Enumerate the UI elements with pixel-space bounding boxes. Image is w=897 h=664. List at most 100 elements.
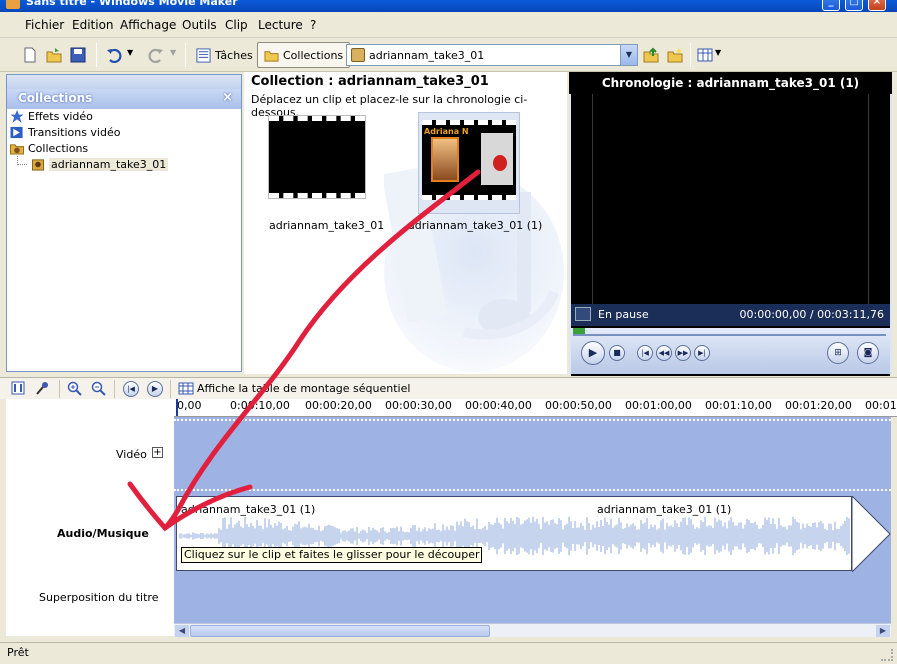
collections-button[interactable]: Collections [257, 42, 351, 68]
playback-status: En pause [598, 308, 649, 321]
ruler-label: 00:01:10,00 [705, 399, 772, 412]
audio-track[interactable]: adriannam_take3_01 (1) adriannam_take3_0… [174, 495, 891, 573]
transition-icon [10, 126, 23, 139]
minimize-button[interactable]: _ [822, 0, 840, 11]
up-level-icon[interactable] [643, 47, 659, 63]
undo-dropdown-icon[interactable]: ▼ [127, 48, 133, 57]
clip-name: adriannam_take3_01 [269, 219, 385, 232]
scroll-left-icon[interactable]: ◀ [175, 625, 189, 637]
undo-icon[interactable] [106, 47, 122, 63]
thumb-portrait [431, 137, 459, 182]
menu-outils[interactable]: Outils [182, 18, 217, 32]
expand-video-track-icon[interactable]: + [152, 447, 163, 458]
resize-grip-icon[interactable] [881, 649, 893, 661]
tree-item-video-transitions[interactable]: Transitions vidéo [10, 126, 120, 139]
trim-tooltip: Cliquez sur le clip et faites le glisser… [181, 547, 483, 563]
clip-name: adriannam_take3_01 (1) [408, 219, 543, 232]
menu-bar: Fichier Edition Affichage Outils Clip Le… [0, 12, 897, 38]
narrate-timeline-icon[interactable] [36, 381, 50, 395]
preview-status-bar: En pause 00:00:00,00 / 00:03:11,76 [571, 304, 890, 326]
menu-affichage[interactable]: Affichage [120, 18, 176, 32]
new-project-icon[interactable] [22, 47, 38, 63]
tree-item-label: Transitions vidéo [28, 126, 121, 139]
tree-item-label: Effets vidéo [28, 110, 93, 123]
collections-pane: Collections × Effets vidéo Transitions v… [6, 74, 242, 372]
audio-clip[interactable]: adriannam_take3_01 (1) adriannam_take3_0… [176, 496, 852, 571]
track-label-audio: Audio/Musique [57, 527, 149, 540]
split-clip-button[interactable]: ⊞ [827, 342, 849, 364]
title-overlay-track[interactable] [174, 573, 891, 623]
storyboard-icon[interactable] [178, 381, 194, 396]
close-pane-icon[interactable]: × [222, 90, 233, 105]
clip-thumbnail[interactable] [268, 115, 367, 214]
playback-time: 00:00:00,00 / 00:03:11,76 [739, 308, 885, 321]
tree-item-video-effects[interactable]: Effets vidéo [10, 110, 93, 123]
tree-item-adriannam[interactable]: adriannam_take3_01 [17, 156, 169, 171]
stop-button[interactable]: ■ [609, 345, 625, 361]
take-picture-button[interactable]: ◙ [857, 342, 879, 364]
menu-lecture[interactable]: Lecture [258, 18, 303, 32]
ruler-label: 0,00 [177, 399, 202, 412]
close-button[interactable]: × [868, 0, 886, 11]
menu-clip[interactable]: Clip [225, 18, 248, 32]
play-button[interactable]: ▶ [581, 341, 605, 365]
rewind-timeline-button[interactable]: |◀ [123, 381, 139, 397]
collection-reel-icon [31, 159, 45, 171]
set-audio-levels-icon[interactable] [11, 381, 25, 395]
collections-label: Collections [283, 48, 344, 62]
redo-dropdown-icon[interactable]: ▼ [170, 48, 176, 57]
snapshot-mode-icon[interactable] [575, 307, 591, 321]
tasks-label: Tâches [215, 48, 253, 62]
ruler-label: 00:00:30,00 [385, 399, 452, 412]
forward-button[interactable]: ▶▶ [675, 345, 691, 361]
menu-edition[interactable]: Edition [72, 18, 114, 32]
ruler-label: 00:01 [865, 399, 897, 412]
rewind-button[interactable]: ◀◀ [656, 345, 672, 361]
ruler-label: 00:00:20,00 [305, 399, 372, 412]
play-timeline-button[interactable]: ▶ [147, 381, 163, 397]
ruler-label: 00:00:50,00 [545, 399, 612, 412]
redo-icon[interactable] [148, 47, 164, 63]
title-bar: Sans titre - Windows Movie Maker _ □ × [0, 0, 897, 12]
collections-folder-icon [10, 144, 24, 155]
tree-item-collections[interactable]: Collections [10, 142, 88, 155]
collections-folder-icon [264, 50, 279, 62]
track-label-video: Vidéo [116, 448, 147, 461]
chevron-down-icon[interactable]: ▼ [620, 45, 637, 65]
zoom-out-icon[interactable] [91, 381, 106, 396]
playhead[interactable] [176, 399, 178, 416]
open-project-icon[interactable] [46, 47, 62, 63]
save-project-icon[interactable] [70, 47, 86, 63]
star-icon [10, 110, 24, 123]
scrollbar-thumb[interactable] [190, 625, 490, 637]
collections-pane-title: Collections [18, 91, 93, 105]
window-title: Sans titre - Windows Movie Maker [26, 0, 238, 8]
playback-controls: ▶ ■ |◀ ◀◀ ▶▶ ▶| ⊞ ◙ [571, 328, 890, 374]
show-storyboard-link[interactable]: Affiche la table de montage séquentiel [197, 382, 410, 395]
clip-thumbnail-selected[interactable]: Adriana N [418, 112, 520, 214]
clip-end-arrow [852, 496, 891, 572]
preview-title: Chronologie : adriannam_take3_01 (1) [569, 72, 892, 94]
zoom-in-icon[interactable] [67, 381, 82, 396]
scroll-right-icon[interactable]: ▶ [876, 625, 890, 637]
collection-combo[interactable]: adriannam_take3_01 ▼ [346, 44, 638, 66]
tasks-icon [196, 47, 211, 63]
toolbar: ▼ ▼ Tâches Collections adriannam_take3_0… [0, 38, 897, 72]
timeline-ruler[interactable]: 0,00 0:00:10,00 00:00:20,00 00:00:30,00 … [174, 399, 897, 417]
video-track[interactable] [174, 417, 891, 495]
maximize-button[interactable]: □ [845, 0, 863, 11]
new-collection-folder-icon[interactable] [667, 47, 683, 63]
collections-pane-header: Collections × [7, 89, 241, 109]
views-dropdown-icon[interactable]: ▼ [715, 48, 721, 57]
timeline-scrollbar[interactable]: ◀ ▶ [174, 623, 891, 637]
menu-fichier[interactable]: Fichier [25, 18, 64, 32]
status-text: Prêt [7, 646, 29, 659]
next-frame-button[interactable]: ▶| [694, 345, 710, 361]
menu-help[interactable]: ? [310, 18, 316, 32]
tasks-button[interactable]: Tâches [190, 42, 259, 68]
previous-frame-button[interactable]: |◀ [637, 345, 653, 361]
tree-item-label: adriannam_take3_01 [49, 158, 169, 171]
thumb-overlay-text: Adriana N [424, 127, 469, 136]
views-icon[interactable] [697, 47, 713, 63]
status-bar: Prêt [0, 642, 897, 664]
